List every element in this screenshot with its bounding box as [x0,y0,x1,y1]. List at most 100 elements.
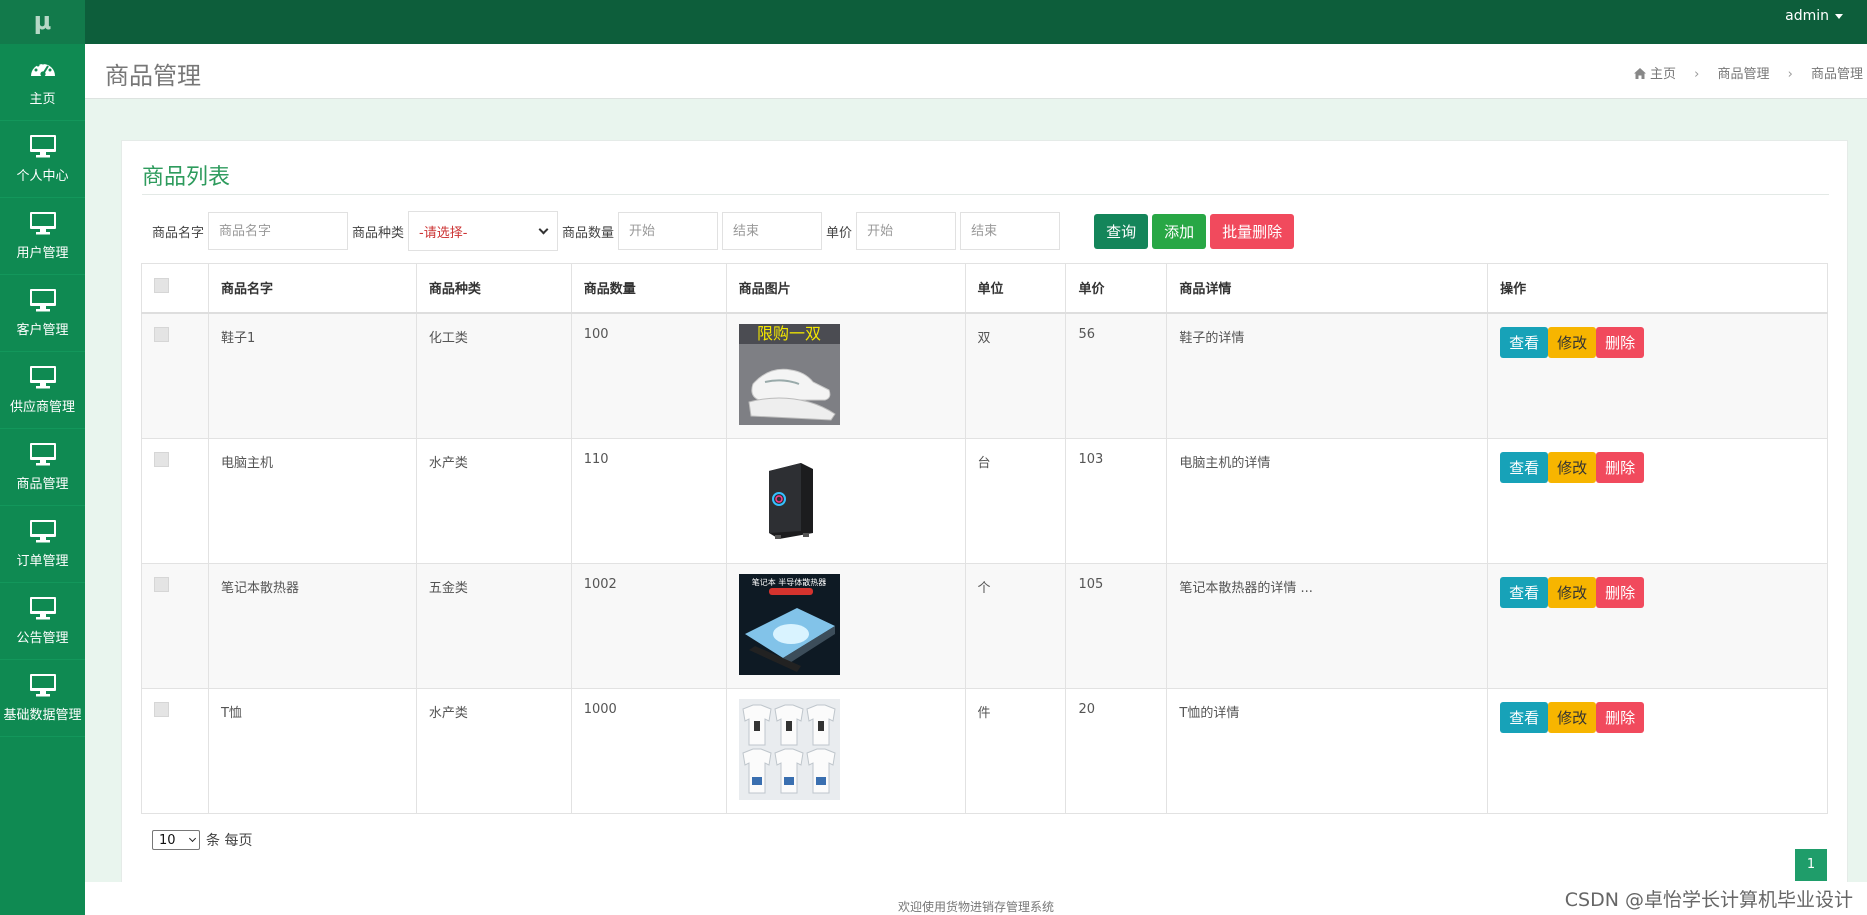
delete-button[interactable]: 删除 [1596,576,1645,608]
table-row: 鞋子1 化工类 100 限购一双 双 56 鞋子的详情 查看 修改 删除 [141,312,1828,439]
chevron-right-icon: › [1787,67,1793,82]
per-page-label: 条 每页 [206,833,253,849]
edit-button[interactable]: 修改 [1548,701,1597,733]
edit-button[interactable]: 修改 [1548,451,1597,483]
column-header[interactable]: 单位 [964,263,1067,314]
product-quantity: 110 [570,437,727,564]
product-price: 20 [1065,687,1168,814]
column-header[interactable]: 单价 [1065,263,1168,314]
sidebar-item-announcements[interactable]: 公告管理 [0,583,85,660]
monitor-icon [29,212,56,235]
product-detail: 笔记本散热器的详情 ... [1166,562,1489,689]
delete-button[interactable]: 删除 [1596,326,1645,358]
monitor-icon [29,597,56,620]
app-logo[interactable]: μ [0,0,85,44]
sidebar: 主页 个人中心 用户管理 客户管理 供应商管理 商品管理 订单管理 公告管理 基… [0,44,85,915]
pagination-page-button[interactable]: 1 [1795,849,1827,881]
sidebar-item-label: 订单管理 [16,554,69,569]
table-header-row: 商品名字 商品种类 商品数量 商品图片 单位 单价 商品详情 操作 [141,263,1828,314]
sidebar-item-users[interactable]: 用户管理 [0,198,85,275]
bulk-delete-button[interactable]: 批量删除 [1210,213,1295,249]
monitor-icon [29,443,56,466]
sidebar-item-label: 用户管理 [16,246,69,261]
column-header: 商品详情 [1166,263,1489,314]
breadcrumb-label: 主页 [1649,67,1676,82]
price-start-input[interactable] [856,212,957,250]
sidebar-item-label: 主页 [29,92,56,107]
row-checkbox[interactable] [154,451,169,467]
monitor-icon [29,520,56,543]
actions-cell: 查看 修改 删除 [1487,687,1828,814]
select-all-checkbox[interactable] [154,278,169,294]
product-quantity: 1000 [570,687,727,814]
product-type-select[interactable]: -请选择- [408,211,559,251]
quantity-end-input[interactable] [722,212,823,250]
monitor-icon [29,135,56,158]
product-detail: 电脑主机的详情 [1166,437,1489,564]
edit-button[interactable]: 修改 [1548,326,1597,358]
view-button[interactable]: 查看 [1500,576,1549,608]
sidebar-item-label: 个人中心 [16,169,69,184]
sidebar-item-home[interactable]: 主页 [0,44,85,121]
user-menu[interactable]: admin [1785,8,1843,24]
sidebar-item-label: 客户管理 [16,323,69,338]
image-banner-text: 笔记本 半导体散热器 [751,577,826,587]
sidebar-item-products[interactable]: 商品管理 [0,429,85,506]
column-header: 操作 [1487,263,1828,314]
sidebar-item-suppliers[interactable]: 供应商管理 [0,352,85,429]
page-size-value: 10 [159,832,176,848]
product-name-input[interactable] [208,212,349,250]
quantity-start-input[interactable] [618,212,719,250]
delete-button[interactable]: 删除 [1596,451,1645,483]
table-row: 笔记本散热器 五金类 1002 笔记本 半导体散热器 个 105 笔记本散热器的… [141,562,1828,689]
sidebar-item-basic-data[interactable]: 基础数据管理 [0,660,85,737]
dashboard-icon [30,61,55,77]
product-image-cell: 限购一双 [725,312,966,439]
product-type: 水产类 [415,437,572,564]
row-checkbox[interactable] [154,326,169,342]
delete-button[interactable]: 删除 [1596,701,1645,733]
tshirt-image[interactable] [738,698,840,800]
product-type: 化工类 [415,312,572,439]
actions-cell: 查看 修改 删除 [1487,562,1828,689]
breadcrumb-current: 商品管理 [1810,67,1863,82]
row-select-cell [141,562,209,689]
column-header[interactable]: 商品名字 [207,263,417,314]
shoe-image[interactable]: 限购一双 [738,323,840,425]
page-header: 商品管理 主页 › 商品管理 › 商品管理 [85,44,1867,99]
table-row: 电脑主机 水产类 110 台 103 电脑主机的详情 查看 修改 删除 [141,437,1828,564]
view-button[interactable]: 查看 [1500,701,1549,733]
product-table: 商品名字 商品种类 商品数量 商品图片 单位 单价 商品详情 操作 鞋子1 化工… [141,263,1828,814]
product-quantity: 100 [570,312,727,439]
page-size-select[interactable]: 10 [152,830,200,850]
row-checkbox[interactable] [154,701,169,717]
sidebar-item-label: 供应商管理 [9,400,75,415]
monitor-icon [29,674,56,697]
image-banner-text: 限购一双 [757,324,821,343]
product-price: 56 [1065,312,1168,439]
query-button[interactable]: 查询 [1094,213,1149,249]
add-button[interactable]: 添加 [1152,213,1207,249]
home-icon [1633,68,1646,79]
monitor-icon [29,366,56,389]
column-header[interactable]: 商品种类 [415,263,572,314]
cooling-pad-image[interactable]: 笔记本 半导体散热器 [738,573,840,675]
view-button[interactable]: 查看 [1500,451,1549,483]
chevron-down-icon [538,224,549,234]
column-header[interactable]: 商品数量 [570,263,727,314]
product-name: 鞋子1 [207,312,417,439]
row-checkbox[interactable] [154,576,169,592]
sidebar-item-label: 基础数据管理 [3,708,82,723]
divider [142,194,1829,195]
edit-button[interactable]: 修改 [1548,576,1597,608]
search-bar: 商品名字 商品种类 -请选择- 商品数量 单价 查询 添加 批量删除 [152,211,1295,251]
breadcrumb-home[interactable]: 主页 [1633,63,1676,82]
view-button[interactable]: 查看 [1500,326,1549,358]
price-end-input[interactable] [960,212,1061,250]
computer-case-image[interactable] [738,448,840,550]
sidebar-item-profile[interactable]: 个人中心 [0,121,85,198]
breadcrumb-section[interactable]: 商品管理 [1717,63,1769,82]
product-image-cell: 笔记本 半导体散热器 [725,562,966,689]
sidebar-item-customers[interactable]: 客户管理 [0,275,85,352]
sidebar-item-orders[interactable]: 订单管理 [0,506,85,583]
